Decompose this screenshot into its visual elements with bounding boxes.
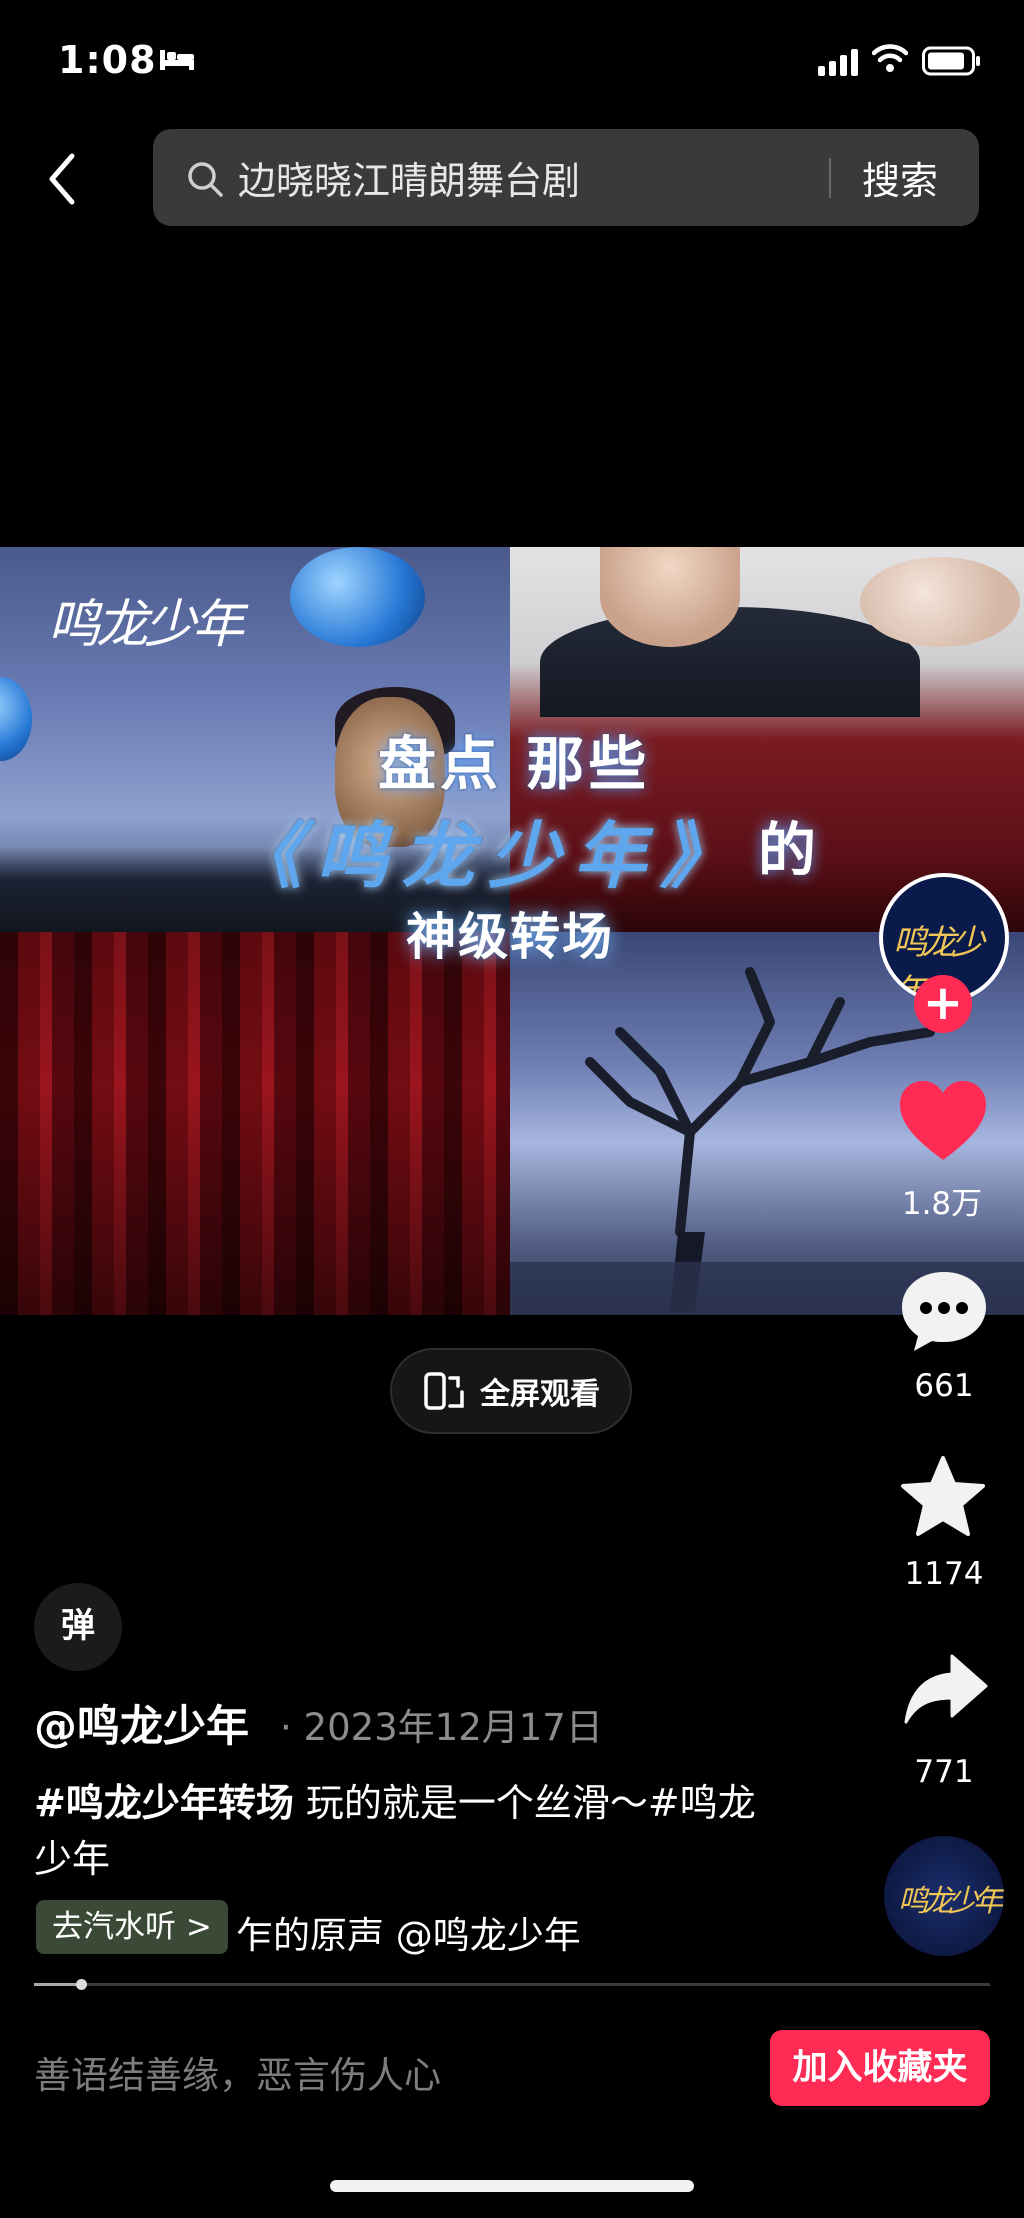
danmu-button[interactable]: 弹 (34, 1583, 122, 1671)
sleep-mode-icon (160, 50, 194, 70)
progress-fill (34, 1983, 82, 1986)
video-player[interactable]: 鸣龙少年 盘点 那些 《鸣龙少年》 的 神级转场 (0, 547, 1024, 1315)
add-to-collection-button[interactable]: 加入收藏夹 (770, 2030, 990, 2106)
person-chin (600, 547, 740, 647)
progress-track[interactable] (34, 1983, 990, 1986)
music-app-link[interactable]: 去汽水听 > (36, 1900, 228, 1954)
fullscreen-label: 全屏观看 (480, 1377, 600, 1412)
share-count: 771 (914, 1754, 974, 1790)
blue-balloon (290, 547, 425, 647)
overlay-text-suffix: 的 (758, 816, 817, 884)
search-button[interactable]: 搜索 (862, 150, 938, 205)
share-arrow-icon[interactable] (902, 1652, 988, 1726)
comment-count: 661 (914, 1368, 974, 1404)
person-face-right (860, 557, 1020, 647)
overlay-text-line3: 神级转场 (406, 908, 614, 966)
person-coat (540, 607, 920, 717)
music-title[interactable]: 乍的原声 @鸣龙少年 (236, 1905, 646, 1959)
music-disc[interactable]: 鸣龙少年 (884, 1836, 1004, 1956)
curtain-shade (0, 932, 510, 1315)
caption-hashtag[interactable]: #鸣龙少年转场 (34, 1781, 294, 1825)
status-time: 1:08 (58, 38, 157, 82)
like-heart-icon[interactable] (896, 1078, 990, 1164)
favorite-star-icon[interactable] (898, 1454, 988, 1540)
cellular-signal-icon (818, 46, 858, 76)
search-input[interactable]: 边晓晓江晴朗舞台剧 (238, 150, 580, 205)
rotate-screen-icon (424, 1372, 464, 1410)
overlay-text-title: 《鸣龙少年》 (230, 814, 747, 898)
search-icon (188, 162, 223, 197)
search-divider (829, 158, 831, 198)
like-count: 1.8万 (901, 1186, 983, 1222)
back-button[interactable] (40, 150, 86, 208)
author-name[interactable]: @鸣龙少年 (34, 1692, 249, 1754)
overlay-text-line1: 盘点 那些 (378, 730, 651, 798)
video-caption: #鸣龙少年转场 玩的就是一个丝滑～#鸣龙少年 (34, 1775, 774, 1887)
fullscreen-button[interactable]: 全屏观看 (390, 1348, 632, 1434)
follow-button[interactable]: + (914, 975, 972, 1033)
comment-icon[interactable] (898, 1268, 990, 1354)
favorite-count: 1174 (904, 1556, 984, 1592)
comment-input[interactable]: 善语结善缘，恶言伤人心 (34, 2045, 441, 2099)
wifi-icon (872, 44, 908, 72)
disc-logo-text: 鸣龙少年 (898, 1884, 1003, 1919)
video-logo: 鸣龙少年 (48, 595, 244, 655)
home-indicator (330, 2180, 694, 2192)
post-date: · 2023年12月17日 (280, 1706, 603, 1749)
progress-handle[interactable] (76, 1979, 87, 1990)
battery-icon (922, 46, 980, 76)
